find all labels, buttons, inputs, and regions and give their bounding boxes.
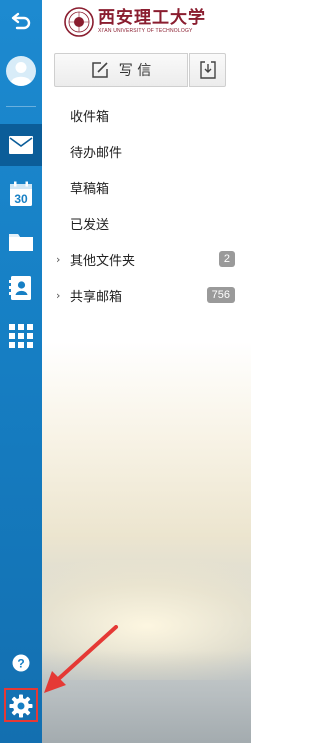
apps-button[interactable] <box>0 318 42 354</box>
chevron-right-icon[interactable]: › <box>56 289 60 302</box>
svg-text:?: ? <box>17 657 24 671</box>
mail-icon <box>9 136 33 154</box>
back-icon <box>11 12 31 30</box>
calendar-icon: 30 <box>10 181 32 206</box>
inbox-download-icon <box>199 61 216 79</box>
rail-divider <box>6 106 36 107</box>
folder-sent[interactable]: 已发送 <box>42 212 251 234</box>
calendar-button[interactable]: 30 <box>0 176 42 212</box>
count-badge: 2 <box>218 251 235 267</box>
calendar-day: 30 <box>14 192 28 206</box>
highlight-box <box>4 688 38 722</box>
contacts-icon <box>9 276 31 300</box>
annotation-arrow-icon <box>44 625 118 693</box>
compose-label: 写 信 <box>118 63 152 79</box>
folder-shared-mailbox[interactable]: › 共享邮箱 756 <box>42 284 251 306</box>
folder-todo[interactable]: 待办邮件 <box>42 140 251 162</box>
folder-label: 其他文件夹 <box>70 253 136 269</box>
back-button[interactable] <box>0 6 42 36</box>
folder-label: 共享邮箱 <box>70 289 123 305</box>
contacts-button[interactable] <box>0 270 42 306</box>
folder-drafts[interactable]: 草稿箱 <box>42 176 251 198</box>
university-logo: 西安理工大学 XI'AN UNIVERSITY OF TECHNOLOGY <box>64 4 244 40</box>
apps-icon <box>9 324 33 348</box>
count-badge: 756 <box>206 287 235 303</box>
folder-inbox[interactable]: 收件箱 <box>42 104 251 126</box>
folder-label: 已发送 <box>70 217 110 233</box>
files-button[interactable] <box>0 224 42 258</box>
seal-icon <box>64 7 94 37</box>
folder-icon <box>9 234 33 251</box>
receive-mail-button[interactable] <box>189 53 226 87</box>
folder-label: 收件箱 <box>70 109 110 125</box>
university-name-cn: 西安理工大学 <box>98 8 206 28</box>
university-name-en: XI'AN UNIVERSITY OF TECHNOLOGY <box>98 28 193 34</box>
compose-icon <box>92 62 108 78</box>
folder-label: 待办邮件 <box>70 145 123 161</box>
nav-rail: 30 ? <box>0 0 42 743</box>
folder-label: 草稿箱 <box>70 181 110 197</box>
mail-button[interactable] <box>0 124 42 166</box>
avatar-button[interactable] <box>0 52 42 90</box>
chevron-right-icon[interactable]: › <box>56 253 60 266</box>
avatar <box>6 56 36 86</box>
help-button[interactable]: ? <box>0 652 42 674</box>
help-icon: ? <box>12 654 30 672</box>
folder-other[interactable]: › 其他文件夹 2 <box>42 248 251 270</box>
compose-button[interactable]: 写 信 <box>54 53 188 87</box>
